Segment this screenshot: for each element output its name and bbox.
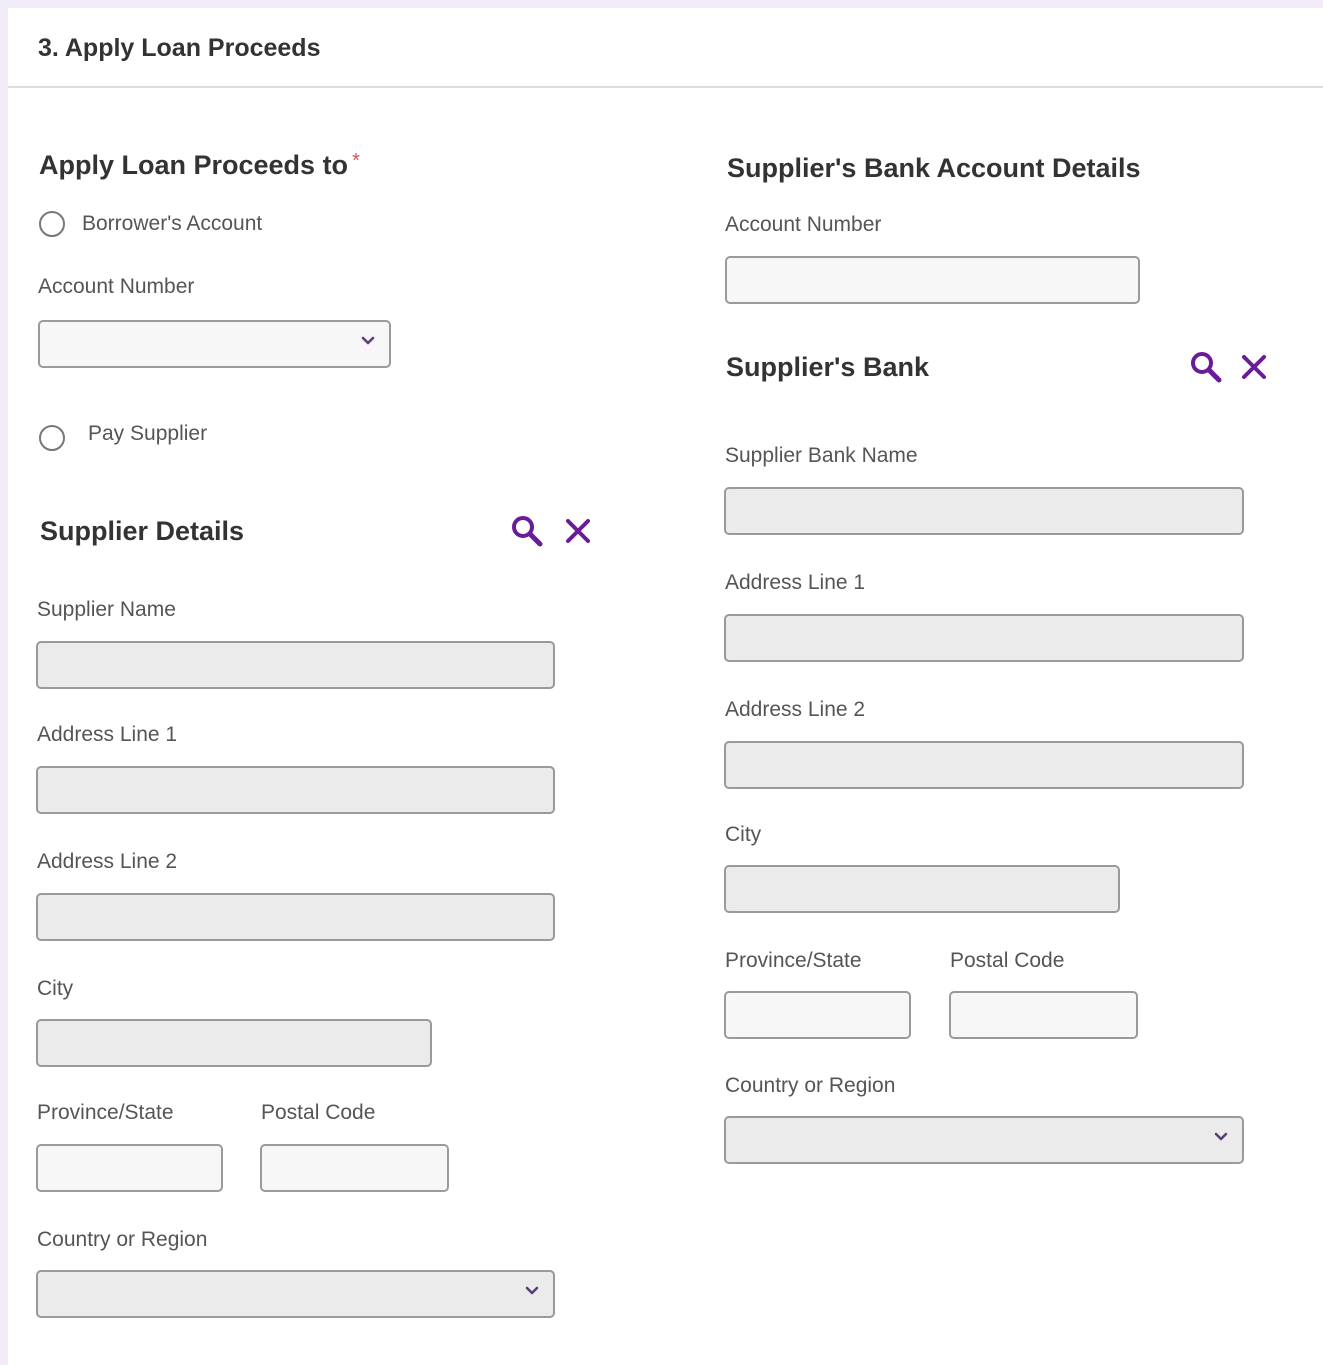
search-icon[interactable] bbox=[509, 513, 545, 549]
supplier-address2-input[interactable] bbox=[36, 893, 555, 941]
bank-address1-input[interactable] bbox=[724, 614, 1244, 662]
bank-country-label: Country or Region bbox=[725, 1074, 896, 1097]
supplier-country-select[interactable] bbox=[36, 1270, 555, 1318]
supplier-address1-label: Address Line 1 bbox=[37, 723, 178, 746]
pay-supplier-radio[interactable] bbox=[39, 425, 65, 451]
chevron-down-icon bbox=[525, 1286, 539, 1295]
bank-address2-input[interactable] bbox=[724, 741, 1244, 789]
bank-account-number-label: Account Number bbox=[725, 213, 882, 236]
bank-city-label: City bbox=[725, 823, 762, 846]
supplier-postal-input[interactable] bbox=[260, 1144, 449, 1192]
supplier-details-heading: Supplier Details bbox=[40, 516, 245, 546]
required-mark: * bbox=[352, 150, 360, 172]
apply-to-heading: Apply Loan Proceeds to * bbox=[39, 150, 360, 181]
bank-province-label: Province/State bbox=[725, 949, 862, 972]
supplier-address2-label: Address Line 2 bbox=[37, 850, 178, 873]
supplier-province-input[interactable] bbox=[36, 1144, 223, 1192]
bank-address1-label: Address Line 1 bbox=[725, 571, 866, 594]
supplier-city-label: City bbox=[37, 977, 74, 1000]
pay-supplier-label: Pay Supplier bbox=[88, 422, 208, 445]
close-icon[interactable] bbox=[560, 513, 596, 549]
supplier-address1-input[interactable] bbox=[36, 766, 555, 814]
supplier-bank-heading: Supplier's Bank bbox=[726, 352, 929, 382]
apply-to-heading-text: Apply Loan Proceeds to bbox=[39, 150, 349, 180]
bank-name-label: Supplier Bank Name bbox=[725, 444, 918, 467]
borrower-account-radio[interactable] bbox=[39, 211, 65, 237]
supplier-postal-label: Postal Code bbox=[261, 1101, 376, 1124]
borrower-account-number-label: Account Number bbox=[38, 275, 195, 298]
bank-name-input[interactable] bbox=[724, 487, 1244, 535]
section-header: 3. Apply Loan Proceeds bbox=[8, 8, 1323, 88]
bank-postal-label: Postal Code bbox=[950, 949, 1065, 972]
supplier-city-input[interactable] bbox=[36, 1019, 432, 1067]
bank-postal-input[interactable] bbox=[949, 991, 1138, 1039]
apply-loan-proceeds-panel: 3. Apply Loan Proceeds Apply Loan Procee… bbox=[8, 8, 1323, 1365]
borrower-account-label: Borrower's Account bbox=[82, 212, 263, 235]
bank-account-heading: Supplier's Bank Account Details bbox=[727, 153, 1141, 183]
supplier-name-input[interactable] bbox=[36, 641, 555, 689]
bank-address2-label: Address Line 2 bbox=[725, 698, 866, 721]
close-icon[interactable] bbox=[1236, 349, 1272, 385]
supplier-country-label: Country or Region bbox=[37, 1228, 208, 1251]
search-icon[interactable] bbox=[1188, 349, 1224, 385]
supplier-name-label: Supplier Name bbox=[37, 598, 176, 621]
chevron-down-icon bbox=[1214, 1132, 1228, 1141]
bank-account-number-input[interactable] bbox=[725, 256, 1140, 304]
supplier-province-label: Province/State bbox=[37, 1101, 174, 1124]
bank-country-select[interactable] bbox=[724, 1116, 1244, 1164]
bank-province-input[interactable] bbox=[724, 991, 911, 1039]
borrower-account-number-select[interactable] bbox=[38, 320, 391, 368]
bank-city-input[interactable] bbox=[724, 865, 1120, 913]
chevron-down-icon bbox=[361, 336, 375, 345]
section-title: 3. Apply Loan Proceeds bbox=[38, 34, 321, 62]
